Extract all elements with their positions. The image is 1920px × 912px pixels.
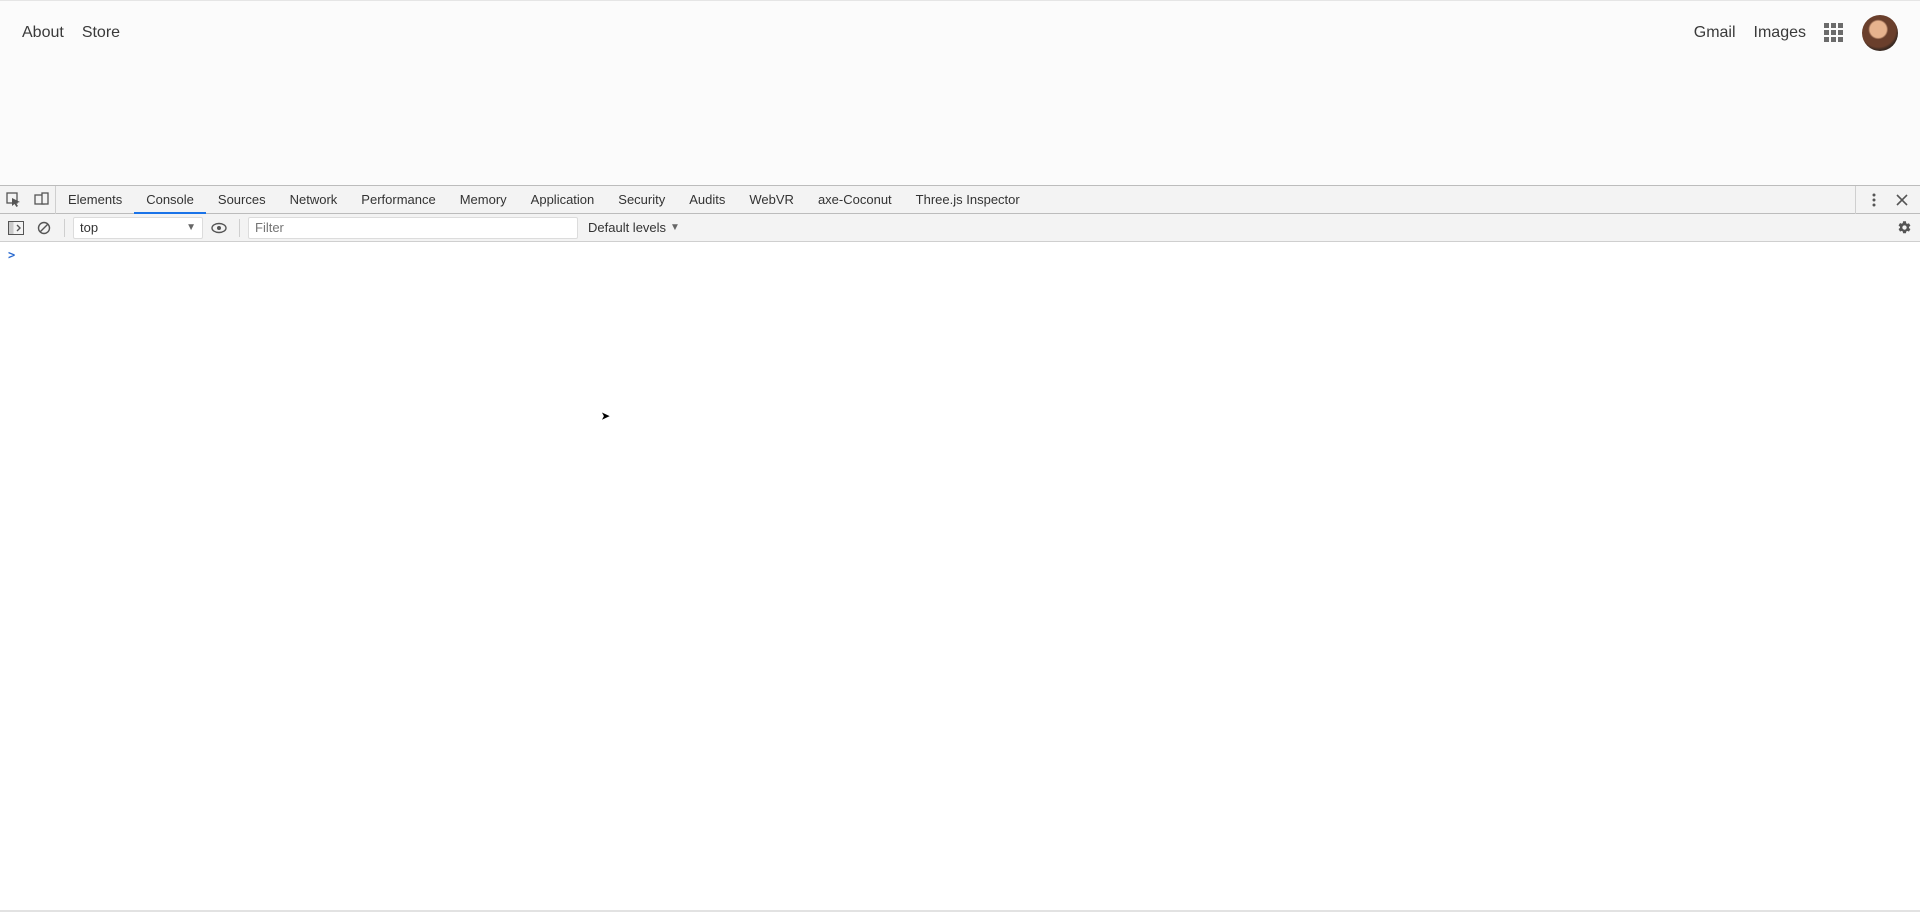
clear-console-icon[interactable] [32, 216, 56, 240]
live-expression-icon[interactable] [207, 216, 231, 240]
header-right: Gmail Images [1694, 15, 1898, 51]
console-toolbar: top ▼ Default levels ▼ [0, 214, 1920, 242]
execution-context-value: top [80, 220, 98, 235]
log-levels-dropdown[interactable]: Default levels ▼ [582, 220, 686, 235]
tab-application[interactable]: Application [519, 186, 607, 214]
filter-input[interactable] [248, 217, 578, 239]
inspect-element-icon[interactable] [0, 186, 28, 214]
apps-grid-icon[interactable] [1824, 23, 1844, 43]
chevron-down-icon: ▼ [186, 222, 196, 233]
execution-context-dropdown[interactable]: top ▼ [73, 217, 203, 239]
page-header: About Store Gmail Images [0, 1, 1920, 51]
kebab-menu-icon[interactable] [1860, 186, 1888, 214]
page-content: About Store Gmail Images [0, 0, 1920, 185]
avatar[interactable] [1862, 15, 1898, 51]
gmail-link[interactable]: Gmail [1694, 24, 1736, 42]
tab-memory[interactable]: Memory [448, 186, 519, 214]
tab-security[interactable]: Security [606, 186, 677, 214]
tab-performance[interactable]: Performance [349, 186, 447, 214]
tab-console[interactable]: Console [134, 186, 206, 214]
toggle-sidebar-icon[interactable] [4, 216, 28, 240]
devtools-panel: Elements Console Sources Network Perform… [0, 185, 1920, 912]
tab-audits[interactable]: Audits [677, 186, 737, 214]
log-levels-label: Default levels [588, 220, 666, 235]
mouse-cursor-icon: ➤ [601, 407, 611, 426]
images-link[interactable]: Images [1754, 24, 1806, 42]
tab-threejs-inspector[interactable]: Three.js Inspector [904, 186, 1032, 214]
tab-webvr[interactable]: WebVR [737, 186, 806, 214]
device-toolbar-icon[interactable] [28, 186, 56, 214]
chevron-down-icon: ▼ [670, 222, 680, 233]
devtools-tab-bar: Elements Console Sources Network Perform… [0, 186, 1920, 214]
about-link[interactable]: About [22, 24, 64, 42]
console-settings-icon[interactable] [1892, 216, 1916, 240]
close-icon[interactable] [1888, 186, 1916, 214]
tab-sources[interactable]: Sources [206, 186, 278, 214]
header-left: About Store [22, 24, 120, 42]
tab-elements[interactable]: Elements [56, 186, 134, 214]
store-link[interactable]: Store [82, 24, 120, 42]
devtools-tab-bar-right [1855, 186, 1920, 214]
console-body[interactable]: > ➤ [0, 242, 1920, 912]
tab-axe-coconut[interactable]: axe-Coconut [806, 186, 904, 214]
tab-network[interactable]: Network [278, 186, 350, 214]
console-prompt: > [8, 248, 15, 262]
